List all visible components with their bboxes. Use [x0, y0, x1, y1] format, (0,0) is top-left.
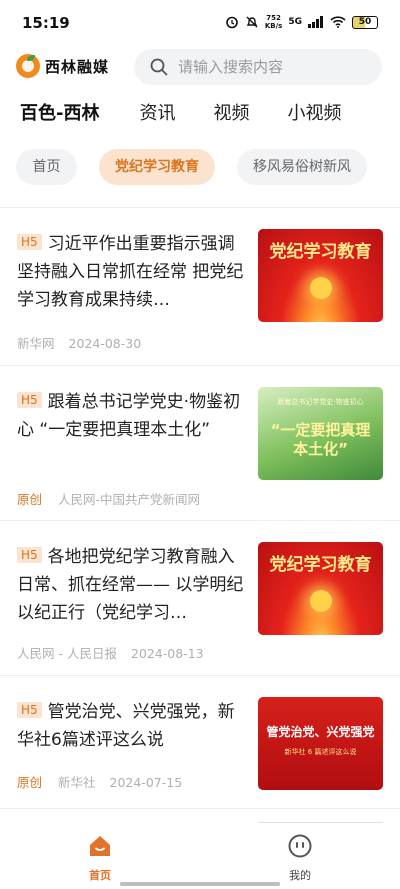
item-meta: 原创 人民网-中国共产党新闻网 — [17, 489, 210, 508]
nav-home-label: 首页 — [89, 869, 111, 882]
signal-icon — [308, 16, 323, 28]
channel-tab-short-video[interactable]: 小视频 — [287, 100, 341, 132]
item-meta: 新华网 2024-08-30 — [17, 333, 141, 352]
list-item-partial[interactable] — [0, 808, 400, 818]
item-meta: 人民网 - 人民日报 2024-08-13 — [17, 643, 204, 662]
list-item[interactable]: H5 习近平作出重要指示强调 坚持融入日常抓在经常 把党纪学习教育成果持续… 新华… — [0, 207, 400, 365]
nav-me-label: 我的 — [289, 869, 311, 882]
search-bar[interactable] — [134, 49, 382, 85]
nav-home[interactable]: 首页 — [70, 833, 130, 883]
net-speed-value: 752 — [266, 14, 281, 22]
item-title-text: 各地把党纪学习教育融入日常、抓在经常—— 以学明纪 以纪正行（党纪学习… — [17, 547, 244, 623]
logo-text: 西林融媒 — [45, 57, 110, 76]
item-thumbnail[interactable]: 党纪学习教育 — [258, 229, 383, 322]
thumbnail-subcaption: 跟着总书记学党史·物鉴初心 — [277, 398, 364, 406]
list-item[interactable]: H5 管党治党、兴党强党，新华社6篇述评这么说 原创 新华社 2024-07-15… — [0, 675, 400, 808]
item-date: 2024-08-13 — [130, 646, 204, 661]
channel-tab-news[interactable]: 资讯 — [139, 100, 175, 132]
item-source: 新华社 — [58, 775, 96, 790]
item-thumbnail[interactable]: 跟着总书记学党史·物鉴初心 “一定要把真理本土化” — [258, 387, 383, 480]
item-source: 人民网 - 人民日报 — [17, 646, 117, 661]
news-feed: H5 习近平作出重要指示强调 坚持融入日常抓在经常 把党纪学习教育成果持续… 新华… — [0, 207, 400, 818]
h5-tag: H5 — [17, 234, 42, 250]
h5-tag: H5 — [17, 702, 42, 718]
channel-tab-local[interactable]: 百色-西林 — [20, 100, 99, 132]
app-header: 西林融媒 — [0, 48, 400, 88]
item-text: H5 跟着总书记学党史·物鉴初心 “一定要把真理本土化” — [17, 388, 245, 444]
item-thumbnail[interactable]: 党纪学习教育 — [258, 542, 383, 635]
item-title[interactable]: H5 各地把党纪学习教育融入日常、抓在经常—— 以学明纪 以纪正行（党纪学习… — [17, 543, 245, 627]
item-source: 新华网 — [17, 336, 55, 351]
channel-tab-video[interactable]: 视频 — [213, 100, 249, 132]
status-icons: 752 KB/s 5G 50 — [225, 14, 378, 30]
smiley-face-icon — [288, 834, 312, 858]
thumbnail-caption: “一定要把真理本土化” — [270, 421, 371, 458]
list-item[interactable]: H5 各地把党纪学习教育融入日常、抓在经常—— 以学明纪 以纪正行（党纪学习… 人… — [0, 520, 400, 675]
home-icon — [90, 836, 110, 856]
party-emblem-icon — [310, 277, 332, 299]
subtab-party-discipline[interactable]: 党纪学习教育 — [99, 149, 215, 185]
network-type: 5G — [288, 17, 302, 27]
subtab-customs[interactable]: 移风易俗树新风 — [237, 149, 367, 185]
original-badge: 原创 — [17, 775, 43, 790]
h5-tag: H5 — [17, 547, 42, 563]
thumbnail-caption: 管党治党、兴党强党 — [266, 725, 375, 739]
item-text: H5 各地把党纪学习教育融入日常、抓在经常—— 以学明纪 以纪正行（党纪学习… — [17, 543, 245, 627]
item-title-text: 管党治党、兴党强党，新华社6篇述评这么说 — [17, 702, 235, 750]
thumbnail-caption: 党纪学习教育 — [269, 555, 372, 575]
item-text: H5 管党治党、兴党强党，新华社6篇述评这么说 — [17, 698, 245, 754]
battery-indicator: 50 — [352, 15, 378, 29]
channel-tabs: 百色-西林 资讯 视频 小视频 — [20, 100, 390, 132]
item-date: 2024-08-30 — [68, 336, 142, 351]
h5-tag: H5 — [17, 392, 42, 408]
orange-logo-icon — [16, 54, 40, 78]
bottom-nav: 首页 我的 — [0, 823, 400, 889]
list-item[interactable]: H5 跟着总书记学党史·物鉴初心 “一定要把真理本土化” 原创 人民网-中国共产党… — [0, 365, 400, 520]
party-emblem-icon — [310, 590, 332, 612]
sub-tabs: 首页 党纪学习教育 移风易俗树新风 — [16, 149, 400, 185]
item-title[interactable]: H5 习近平作出重要指示强调 坚持融入日常抓在经常 把党纪学习教育成果持续… — [17, 230, 245, 314]
status-bar: 15:19 752 KB/s 5G 50 — [0, 0, 400, 46]
item-thumbnail[interactable]: 管党治党、兴党强党 新华社 6 篇述评这么说 — [258, 697, 383, 790]
item-date: 2024-07-15 — [109, 775, 183, 790]
item-title-text: 习近平作出重要指示强调 坚持融入日常抓在经常 把党纪学习教育成果持续… — [17, 234, 244, 310]
home-indicator[interactable] — [120, 882, 280, 886]
item-source: 人民网-中国共产党新闻网 — [58, 492, 201, 507]
subtab-home[interactable]: 首页 — [16, 149, 77, 185]
item-title[interactable]: H5 管党治党、兴党强党，新华社6篇述评这么说 — [17, 698, 245, 754]
item-title-text: 跟着总书记学党史·物鉴初心 “一定要把真理本土化” — [17, 392, 241, 440]
nav-me[interactable]: 我的 — [270, 833, 330, 883]
thumbnail-subcaption: 新华社 6 篇述评这么说 — [284, 748, 357, 756]
status-time: 15:19 — [22, 14, 70, 32]
mute-bell-icon — [246, 16, 258, 28]
original-badge: 原创 — [17, 492, 43, 507]
net-speed: 752 KB/s — [265, 14, 282, 30]
net-speed-unit: KB/s — [264, 22, 283, 30]
app-logo[interactable]: 西林融媒 — [16, 54, 109, 78]
wifi-icon — [330, 16, 346, 28]
search-input[interactable] — [178, 58, 358, 76]
thumbnail-caption: 党纪学习教育 — [269, 242, 372, 262]
item-meta: 原创 新华社 2024-07-15 — [17, 772, 182, 791]
search-icon — [150, 58, 168, 76]
item-title[interactable]: H5 跟着总书记学党史·物鉴初心 “一定要把真理本土化” — [17, 388, 245, 444]
alarm-icon — [226, 16, 238, 29]
item-text: H5 习近平作出重要指示强调 坚持融入日常抓在经常 把党纪学习教育成果持续… — [17, 230, 245, 314]
